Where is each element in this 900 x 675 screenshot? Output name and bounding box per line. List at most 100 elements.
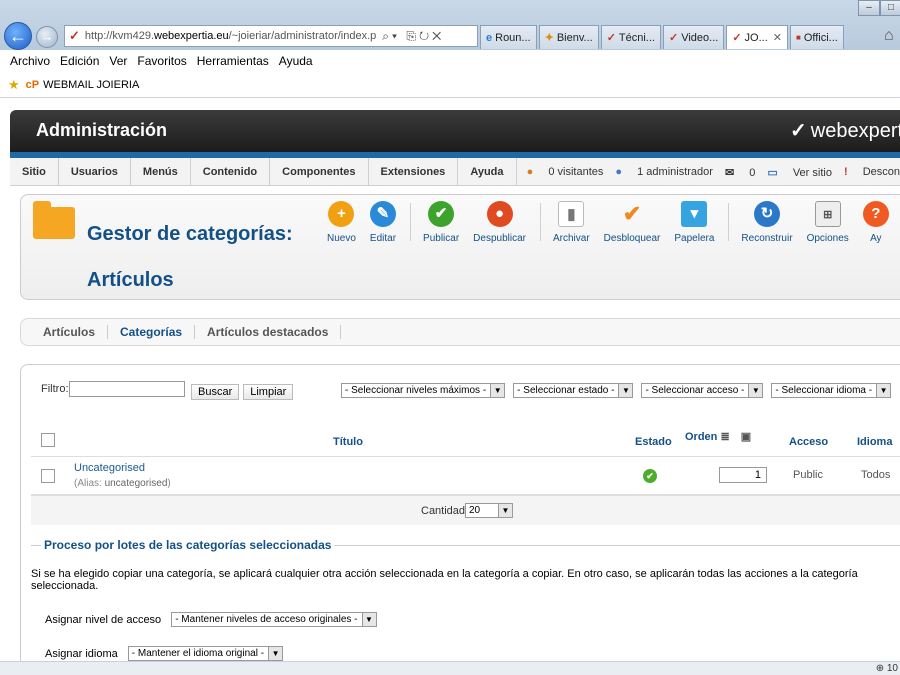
back-button[interactable]: ← (4, 22, 32, 50)
batch-language-label: Asignar idioma (45, 647, 118, 660)
toolbar-divider (728, 203, 730, 241)
home-icon[interactable]: ⌂ (884, 27, 894, 45)
batch-language-select[interactable]: - Mantener el idioma original - ▼ (127, 646, 284, 661)
amount-select[interactable]: 20 ▼ (465, 503, 513, 518)
tab-strip: e Roun... ✦ Bienv... ✓ Técni... ✓ Video... ✓… (480, 25, 846, 49)
clear-button[interactable]: Limpiar (243, 384, 294, 400)
save-order-icon[interactable]: ▣ (741, 431, 751, 443)
filter-input[interactable] (68, 381, 185, 397)
batch-legend: Proceso por lotes de las categorías sele… (41, 538, 335, 552)
browser-tab-4[interactable]: ✓ Video... (662, 25, 725, 49)
page-title: Gestor de categorías: Artículos (87, 211, 293, 303)
column-state[interactable]: Estado (635, 436, 672, 448)
menu-usuarios[interactable]: Usuarios (59, 157, 131, 186)
favorites-star-icon[interactable]: ★ (8, 77, 20, 93)
browser-tab-3[interactable]: ✓ Técni... (600, 25, 661, 49)
cell-access: Public (793, 469, 823, 481)
help-button[interactable]: ? Ay (862, 201, 889, 244)
language-select[interactable]: - Seleccionar idioma - ▼ (771, 383, 892, 398)
joomla-icon: ✓ (69, 28, 80, 43)
chevron-down-icon: ▼ (748, 384, 763, 397)
trash-button[interactable]: ▾ Papelera (674, 201, 714, 244)
publish-button[interactable]: ✔ Publicar (423, 201, 459, 244)
browser-tab-6[interactable]: ■ Offici... (789, 25, 844, 49)
chevron-down-icon: ▼ (498, 504, 512, 517)
chevron-down-icon: ▼ (361, 613, 376, 626)
url-rest: /~joieriar/administrator/index.p (228, 30, 377, 42)
search-button[interactable]: Buscar (191, 384, 240, 400)
page-header-title: Administración (36, 120, 168, 140)
tab-articulos-destacados[interactable]: Artículos destacados (195, 325, 342, 339)
table-row: Uncategorised (Alias: uncategorised) ✔ 1… (31, 457, 900, 495)
options-button[interactable]: ⊞ Opciones (807, 201, 849, 244)
menu-favoritos[interactable]: Favoritos (137, 54, 186, 68)
browser-statusbar: ⊕ 10 (0, 661, 900, 675)
minimize-button[interactable]: – (858, 0, 880, 16)
folder-icon (33, 201, 75, 239)
menu-contenido[interactable]: Contenido (191, 157, 271, 186)
joomla-icon: ✓ (668, 32, 679, 44)
content-subtabs: Artículos Categorías Artículos destacado… (20, 318, 900, 346)
messages-status[interactable]: ✉ 0 (725, 166, 755, 179)
menu-herramientas[interactable]: Herramientas (197, 54, 269, 68)
menu-edicion[interactable]: Edición (60, 54, 99, 68)
page-title-line1: Gestor de categorías: (87, 223, 293, 245)
menu-componentes[interactable]: Componentes (270, 157, 369, 186)
brand-logo: ✓webexpertia (790, 118, 900, 143)
menu-archivo[interactable]: Archivo (10, 54, 50, 68)
zoom-icon: ⊕ (875, 663, 885, 674)
tab-categorias[interactable]: Categorías (108, 325, 196, 339)
rebuild-button[interactable]: ↻ Reconstruir (741, 201, 793, 244)
new-button[interactable]: + Nuevo (327, 201, 356, 244)
order-input[interactable]: 1 (719, 467, 767, 483)
column-language[interactable]: Idioma (857, 436, 892, 448)
column-title[interactable]: Título (333, 436, 363, 448)
menu-extensiones[interactable]: Extensiones (369, 157, 459, 186)
batch-access-select[interactable]: - Mantener niveles de acceso originales … (171, 612, 377, 627)
checkin-button[interactable]: ✔ Desbloquear (604, 201, 661, 244)
column-order[interactable]: Orden ≣ ▣ (685, 430, 751, 443)
browser-tab-2[interactable]: ✦ Bienv... (538, 25, 599, 49)
visitors-status: ● 0 visitantes (526, 166, 604, 178)
browser-tab-1[interactable]: e Roun... (480, 25, 537, 49)
column-access[interactable]: Acceso (789, 436, 828, 448)
view-site-link[interactable]: ▭ Ver sitio (767, 166, 832, 179)
unpublish-button[interactable]: ● Despublicar (473, 201, 526, 244)
favorite-webmail-link[interactable]: WEBMAIL JOIERIA (43, 79, 139, 91)
close-icon[interactable]: ✕ (773, 31, 782, 44)
tab-label: Técni... (618, 31, 655, 44)
site-icon: ■ (795, 33, 801, 42)
menu-ver[interactable]: Ver (109, 54, 127, 68)
filter-selects: - Seleccionar niveles máximos - ▼ - Selec… (341, 383, 899, 398)
select-all-checkbox[interactable] (41, 433, 55, 447)
page-title-line2: Artículos (87, 269, 174, 291)
monitor-icon: ▭ (767, 166, 778, 179)
edit-button[interactable]: ✎ Editar (370, 201, 396, 244)
access-select[interactable]: - Seleccionar acceso - ▼ (641, 383, 764, 398)
menu-menus[interactable]: Menús (131, 157, 191, 186)
tab-articulos[interactable]: Artículos (31, 325, 109, 339)
archive-button[interactable]: ▮ Archivar (553, 201, 590, 244)
category-title-link[interactable]: Uncategorised (74, 462, 145, 474)
zoom-control[interactable]: ⊕ 10 (876, 663, 898, 674)
browser-tab-5[interactable]: ✓ JO... ✕ (726, 25, 788, 49)
admin-menu: Sitio Usuarios Menús Contenido Component… (10, 157, 900, 186)
state-select[interactable]: - Seleccionar estado - ▼ (513, 383, 634, 398)
url-host: webexpertia.eu (154, 30, 229, 42)
address-bar[interactable]: ✓ http://kvm429. webexpertia.eu/~joieriar… (64, 25, 478, 47)
published-check-icon[interactable]: ✔ (643, 469, 657, 483)
maximize-button[interactable]: □ (880, 0, 900, 16)
row-checkbox[interactable] (41, 469, 55, 483)
menu-ayuda[interactable]: Ayuda (279, 54, 313, 68)
max-levels-select[interactable]: - Seleccionar niveles máximos - ▼ (341, 383, 506, 398)
filter-row: Filtro: (41, 381, 191, 397)
pagination-footer: Cantidad 20 ▼ (31, 495, 900, 525)
forward-button[interactable]: → (36, 26, 58, 48)
plus-icon: + (328, 201, 355, 227)
chevron-down-icon: ▼ (490, 384, 505, 397)
address-actions[interactable]: ⌕▾ ⎘↻✕ (382, 29, 444, 44)
batch-description: Si se ha elegido copiar una categoría, s… (31, 568, 858, 592)
menu-sitio[interactable]: Sitio (10, 157, 59, 186)
menu-ayuda-admin[interactable]: Ayuda (458, 157, 517, 186)
logout-link[interactable]: ! Descon (844, 166, 900, 178)
